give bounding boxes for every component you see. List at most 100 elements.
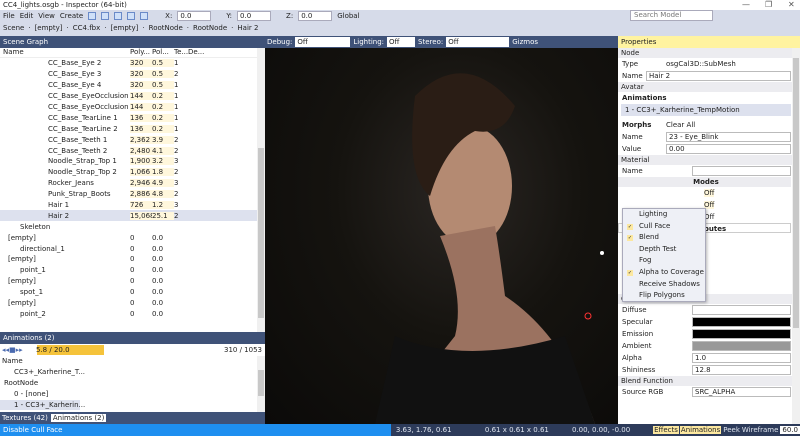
scene-graph-row[interactable]: Hair 2 15,068 25.1 2 (0, 210, 265, 222)
scene-graph-row[interactable]: Rocker_Jeans 2,946 4.9 3 (0, 178, 265, 189)
scene-graph-row[interactable]: CC_Base_Eye 3 320 0.5 2 (0, 69, 265, 80)
animations-toggle[interactable]: Animations (679, 426, 722, 434)
stereo-dropdown[interactable]: Off (446, 37, 510, 47)
breadcrumb-item[interactable]: [empty] (35, 24, 63, 32)
node-name-input[interactable]: Hair 2 (646, 71, 791, 81)
global-space-dropdown[interactable]: Global (337, 12, 359, 20)
scene-graph-row[interactable]: directional_1 0 0.0 (0, 243, 265, 254)
scene-graph-row[interactable]: point_2 0 0.0 (0, 308, 265, 319)
animations-scrollbar[interactable] (257, 356, 265, 412)
y-input[interactable]: 0.0 (237, 11, 272, 21)
ambient-swatch[interactable] (692, 341, 791, 351)
material-section-header[interactable]: Material (618, 155, 800, 165)
col-textures[interactable]: Te... (174, 48, 188, 57)
mode-dropdown[interactable]: Off (704, 189, 715, 197)
scene-graph-row[interactable]: CC_Base_Eye 4 320 0.5 1 (0, 80, 265, 91)
scale-tool-icon[interactable] (127, 12, 136, 20)
select-tool-icon[interactable] (88, 12, 97, 20)
animation-row[interactable]: CC3+_Karherine_T... (0, 367, 85, 378)
breadcrumb-item[interactable]: RootNode (149, 24, 183, 32)
node-section-header[interactable]: Node (618, 48, 800, 58)
wireframe-toggle[interactable]: Wireframe (742, 426, 779, 434)
context-menu-item[interactable]: ✓ Cull Face (623, 221, 705, 233)
specular-swatch[interactable] (692, 317, 791, 327)
move-tool-icon[interactable] (101, 12, 110, 20)
scene-graph-row[interactable]: CC_Base_EyeOcclusion 2 144 0.2 1 (0, 102, 265, 113)
debug-dropdown[interactable]: Off (295, 37, 351, 47)
context-menu-item[interactable]: Fog (623, 255, 705, 267)
material-name-input[interactable] (692, 166, 791, 176)
diffuse-swatch[interactable] (692, 305, 791, 315)
clear-all-button[interactable]: Clear All (666, 121, 695, 129)
modes-header[interactable]: Modes (618, 177, 791, 187)
context-menu-item[interactable]: Flip Polygons (623, 290, 705, 302)
col-polys[interactable]: Poly... (130, 48, 152, 57)
context-menu-item[interactable]: ✓ Alpha to Coverage (623, 267, 705, 279)
x-input[interactable]: 0.0 (177, 11, 212, 21)
col-poly-pct[interactable]: Pol... (152, 48, 174, 57)
scene-graph-row[interactable]: CC_Base_EyeOcclusion 1 144 0.2 1 (0, 91, 265, 102)
col-de[interactable]: De... (188, 48, 204, 57)
animation-row[interactable]: RootNode (0, 378, 80, 389)
scene-graph-row[interactable]: Skeleton (0, 221, 265, 232)
menu-file[interactable]: File (3, 12, 15, 20)
properties-scrollbar[interactable] (792, 48, 800, 424)
scene-graph-row[interactable]: CC_Base_Teeth 1 2,362 3.9 2 (0, 134, 265, 145)
morph-value-input[interactable]: 0.00 (666, 144, 791, 154)
context-menu-item[interactable]: Receive Shadows (623, 279, 705, 291)
minimize-button[interactable]: — (742, 0, 750, 9)
animation-timeline[interactable]: ◂◂■▸▸ 5.8 / 20.0 310 / 1053 (0, 344, 265, 356)
scene-graph-row[interactable]: [empty] 0 0.0 (0, 298, 265, 309)
gizmos-dropdown[interactable]: Gizmos (512, 38, 538, 46)
alpha-input[interactable]: 1.0 (692, 353, 791, 363)
tab-textures[interactable]: Textures (42) (2, 414, 48, 422)
fov-input[interactable]: 60.0 (780, 426, 800, 434)
peek-toggle[interactable]: Peek (723, 426, 740, 434)
avatar-section-header[interactable]: Avatar (618, 82, 800, 92)
breadcrumb-item[interactable]: RootNode (193, 24, 227, 32)
menu-create[interactable]: Create (60, 12, 83, 20)
animation-row[interactable]: 1 - CC3+_Karherin... (0, 399, 85, 411)
scene-graph-row[interactable]: spot_1 0 0.0 (0, 287, 265, 298)
scene-graph-row[interactable]: CC_Base_Teeth 2 2,480 4.1 2 (0, 145, 265, 156)
scene-graph-row[interactable]: point_1 0 0.0 (0, 265, 265, 276)
avatar-animation-item[interactable]: 1 - CC3+_Karherine_TempMotion (621, 104, 791, 116)
animations-col-name[interactable]: Name (0, 356, 265, 367)
col-name[interactable]: Name (0, 48, 130, 57)
rotate-tool-icon[interactable] (114, 12, 123, 20)
breadcrumb-item[interactable]: [empty] (110, 24, 138, 32)
morph-name-dropdown[interactable]: 23 - Eye_Blink (666, 132, 791, 142)
scene-graph-row[interactable]: Noodle_Strap_Top 1 1,900 3.2 3 (0, 156, 265, 167)
3d-viewport[interactable] (265, 36, 618, 424)
scene-graph-row[interactable]: [empty] 0 0.0 (0, 276, 265, 287)
scene-graph-row[interactable]: [empty] 0 0.0 (0, 232, 265, 243)
shininess-input[interactable]: 12.8 (692, 365, 791, 375)
source-rgb-dropdown[interactable]: SRC_ALPHA (692, 387, 791, 397)
effects-toggle[interactable]: Effects (653, 426, 679, 434)
scene-graph-row[interactable]: [empty] 0 0.0 (0, 254, 265, 265)
pivot-tool-icon[interactable] (140, 12, 149, 20)
breadcrumb-item[interactable]: CC4.fbx (73, 24, 101, 32)
scene-graph-row[interactable]: Hair 1 726 1.2 3 (0, 200, 265, 211)
breadcrumb-item[interactable]: Scene (3, 24, 24, 32)
scene-graph-row[interactable]: CC_Base_Eye 2 320 0.5 1 (0, 58, 265, 69)
menu-edit[interactable]: Edit (20, 12, 34, 20)
context-menu-item[interactable]: Depth Test (623, 244, 705, 256)
lighting-dropdown[interactable]: Off (387, 37, 416, 47)
playback-controls-icon[interactable]: ◂◂■▸▸ (0, 346, 36, 354)
tab-animations[interactable]: Animations (2) (50, 414, 107, 422)
z-input[interactable]: 0.0 (298, 11, 333, 21)
scene-graph-scrollbar[interactable] (257, 48, 265, 332)
scene-graph-row[interactable]: CC_Base_TearLine 1 136 0.2 1 (0, 112, 265, 123)
context-menu-item[interactable]: Lighting (623, 209, 705, 221)
maximize-button[interactable]: ❐ (765, 0, 772, 9)
context-menu-item[interactable]: ✓ Blend (623, 232, 705, 244)
breadcrumb-item[interactable]: Hair 2 (237, 24, 258, 32)
scene-graph-row[interactable]: Noodle_Strap_Top 2 1,066 1.8 2 (0, 167, 265, 178)
search-model-input[interactable]: Search Model (630, 10, 713, 21)
blend-section-header[interactable]: Blend Function (618, 376, 800, 386)
scene-graph-row[interactable]: CC_Base_TearLine 2 136 0.2 1 (0, 123, 265, 134)
scene-graph-row[interactable]: Punk_Strap_Boots 2,886 4.8 2 (0, 189, 265, 200)
emission-swatch[interactable] (692, 329, 791, 339)
animation-row[interactable]: 0 - [none] (0, 389, 80, 400)
